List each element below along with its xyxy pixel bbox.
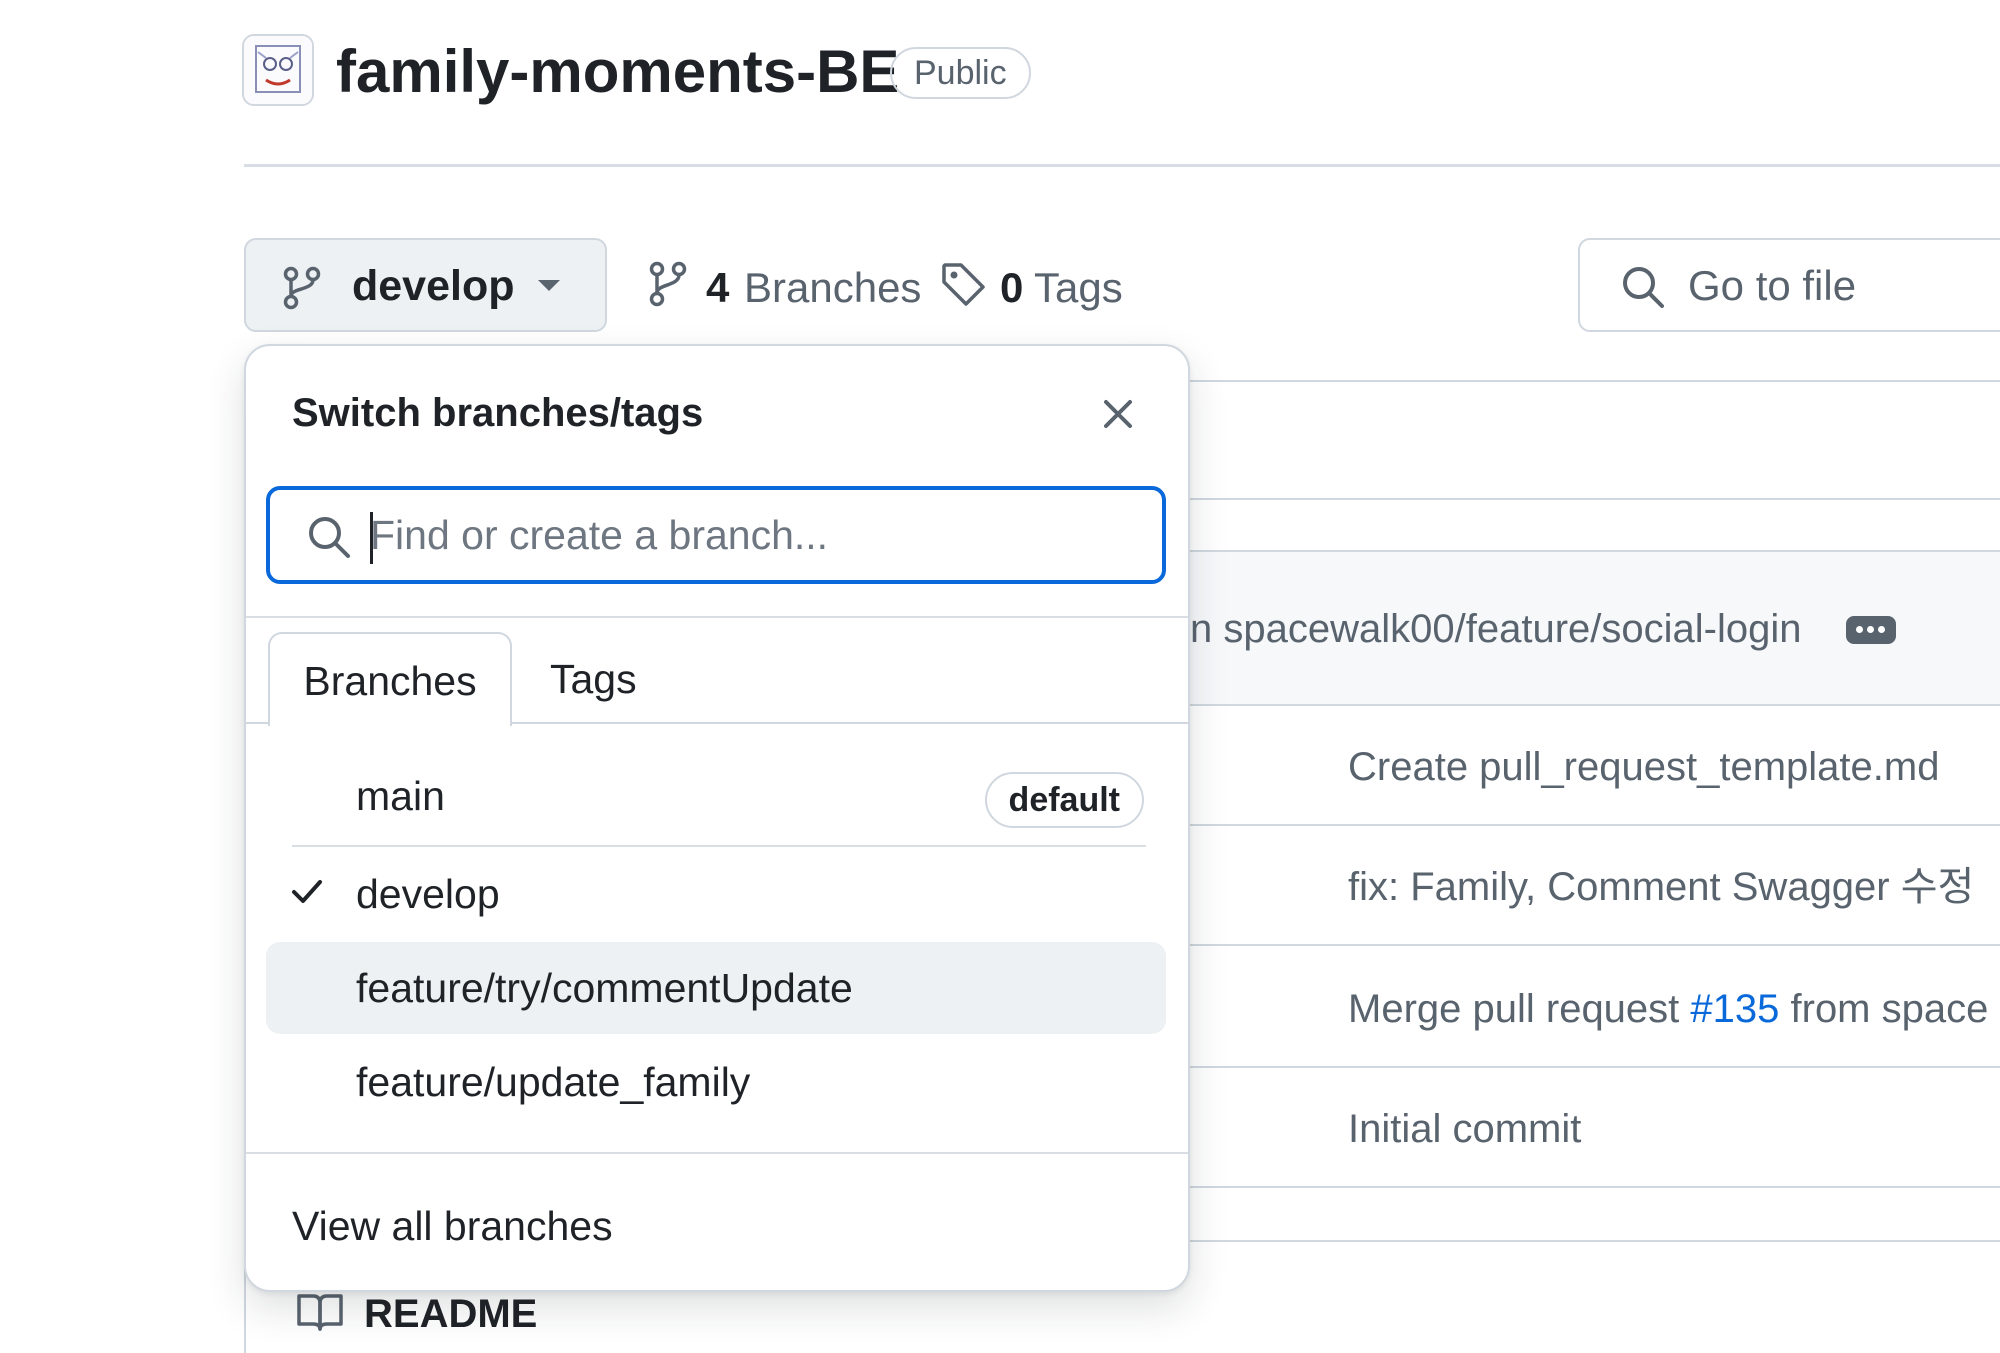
git-branch-icon (648, 260, 688, 313)
go-to-file-input[interactable]: Go to file (1578, 238, 2000, 332)
latest-commit-message[interactable]: n spacewalk00/feature/social-login (1190, 604, 1801, 654)
book-icon (296, 1292, 344, 1337)
row-divider (1140, 1186, 2000, 1188)
tab-branches[interactable]: Branches (268, 632, 512, 726)
git-branch-icon (282, 266, 322, 315)
expand-commit-button[interactable] (1846, 616, 1896, 644)
branch-name: feature/try/commentUpdate (356, 965, 853, 1011)
branch-item-develop[interactable]: develop (266, 848, 1166, 940)
header-divider (244, 164, 2000, 167)
default-badge: default (984, 772, 1144, 828)
commit-prefix: Merge pull request (1348, 987, 1691, 1031)
branch-item-feature-try-commentupdate[interactable]: feature/try/commentUpdate (266, 942, 1166, 1034)
tag-icon (940, 260, 986, 313)
repo-owner-avatar[interactable] (242, 34, 314, 106)
commit-message[interactable]: fix: Family, Comment Swagger 수정 (1348, 862, 1974, 912)
tags-count: 0 (1000, 264, 1024, 311)
view-all-branches-link[interactable]: View all branches (292, 1200, 613, 1252)
triangle-down-icon (536, 278, 562, 299)
row-divider (1140, 824, 2000, 826)
search-icon (306, 514, 352, 565)
current-branch-label: develop (352, 262, 515, 310)
check-icon (290, 876, 324, 911)
branch-name: main (356, 773, 445, 819)
branch-name: feature/update_family (356, 1059, 751, 1105)
branches-label: Branches (744, 264, 922, 311)
row-divider (1140, 944, 2000, 946)
readme-label: README (364, 1292, 538, 1336)
tags-label: Tags (1034, 264, 1123, 311)
readme-tab[interactable]: README (296, 1286, 556, 1342)
branch-search-input[interactable] (370, 506, 1130, 564)
tab-tags[interactable]: Tags (550, 632, 637, 726)
go-to-file-placeholder: Go to file (1688, 262, 1857, 309)
pull-request-link[interactable]: #135 (1690, 987, 1779, 1031)
commit-message-merge[interactable]: Merge pull request #135 from space (1348, 984, 1988, 1034)
commit-message[interactable]: Initial commit (1348, 1104, 1581, 1154)
row-divider (1140, 1066, 2000, 1068)
branches-count-link[interactable]: 4 Branches (648, 258, 921, 318)
repo-name[interactable]: family-moments-BE (336, 36, 899, 108)
row-divider (1140, 550, 2000, 552)
branch-selector-button[interactable]: develop (244, 238, 607, 332)
branch-search-field[interactable] (266, 486, 1166, 584)
branch-name: develop (356, 871, 500, 917)
visibility-badge: Public (890, 47, 1031, 99)
item-divider (292, 845, 1146, 847)
close-icon[interactable] (1098, 394, 1138, 434)
branch-item-main[interactable]: main default (266, 750, 1166, 842)
dropdown-title: Switch branches/tags (292, 391, 704, 435)
search-icon (1620, 264, 1666, 315)
row-divider (1140, 498, 2000, 500)
commit-suffix: from space (1779, 987, 1989, 1031)
branches-count: 4 (706, 264, 730, 311)
row-divider (1140, 704, 2000, 706)
dropdown-divider (246, 1152, 1188, 1154)
dropdown-divider (246, 616, 1188, 618)
tags-count-link[interactable]: 0 Tags (940, 258, 1123, 318)
branch-switcher-dropdown: Switch branches/tags Branches Tags main … (244, 344, 1190, 1292)
commit-message[interactable]: Create pull_request_template.md (1348, 742, 1939, 792)
branch-item-feature-update-family[interactable]: feature/update_family (266, 1036, 1166, 1128)
